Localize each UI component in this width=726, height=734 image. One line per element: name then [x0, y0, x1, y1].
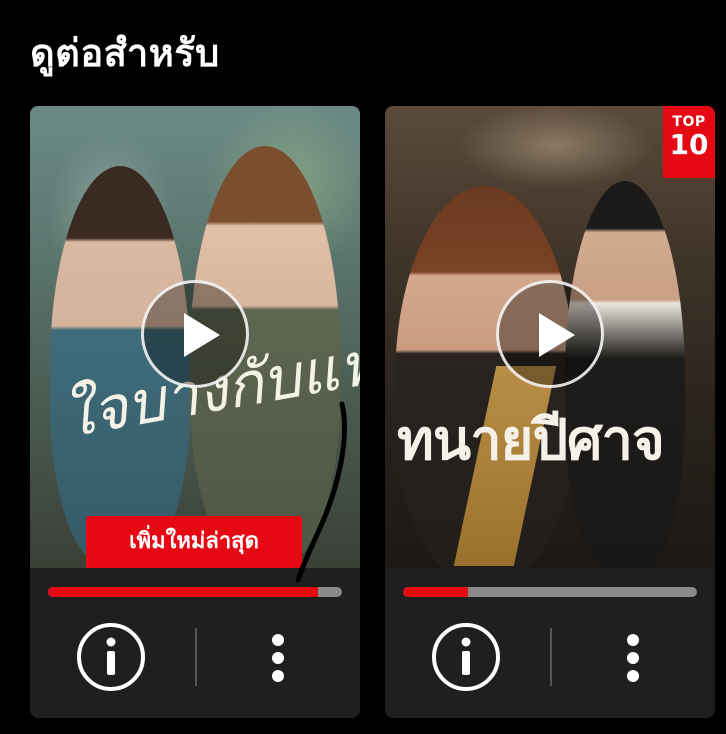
poster-image-1[interactable]: ใจบางกับแฟนเธอ เพิ่มใหม่ล่าสุด	[30, 106, 360, 568]
top10-badge: TOP 10	[663, 106, 715, 178]
section-title: ดูต่อสำหรับ	[30, 31, 220, 75]
progress-fill-2	[403, 587, 468, 597]
more-options-button-1[interactable]	[258, 622, 298, 692]
title-card-2[interactable]: ทนายปีศาจ TOP 10	[385, 106, 715, 718]
card-actions-2	[385, 616, 715, 696]
info-button-1[interactable]	[76, 622, 146, 692]
top10-label-num: 10	[669, 128, 709, 161]
play-button-1[interactable]	[141, 280, 249, 388]
new-release-badge: เพิ่มใหม่ล่าสุด	[86, 516, 302, 568]
title-card-1[interactable]: ใจบางกับแฟนเธอ เพิ่มใหม่ล่าสุด	[30, 106, 360, 718]
poster-title-2: ทนายปีศาจ	[397, 408, 665, 473]
more-vertical-icon	[627, 634, 639, 682]
more-options-button-2[interactable]	[613, 622, 653, 692]
info-icon	[77, 623, 145, 691]
action-divider	[195, 628, 197, 686]
info-icon	[432, 623, 500, 691]
top10-label-top: TOP	[672, 114, 706, 130]
progress-bar-2	[403, 587, 697, 597]
progress-fill-1	[48, 587, 319, 597]
play-icon	[539, 313, 575, 357]
play-button-2[interactable]	[496, 280, 604, 388]
more-vertical-icon	[272, 634, 284, 682]
progress-bar-1	[48, 587, 342, 597]
info-button-2[interactable]	[431, 622, 501, 692]
action-divider	[550, 628, 552, 686]
poster-image-2[interactable]: ทนายปีศาจ TOP 10	[385, 106, 715, 568]
play-icon	[184, 313, 220, 357]
card-actions-1	[30, 616, 360, 696]
